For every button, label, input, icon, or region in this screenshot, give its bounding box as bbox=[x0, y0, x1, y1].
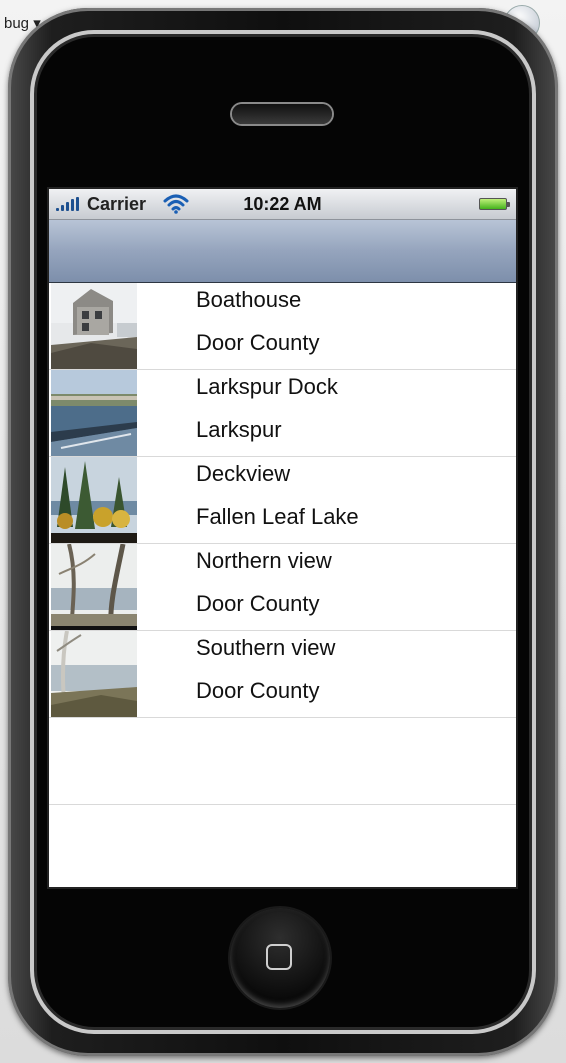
phone-screen: Carrier 10:22 AM Boathouse Door County L… bbox=[49, 189, 516, 887]
item-subtitle: Door County bbox=[196, 678, 320, 703]
list-item[interactable]: Larkspur Dock Larkspur bbox=[49, 370, 516, 457]
item-subtitle: Door County bbox=[196, 330, 320, 355]
navigation-bar bbox=[49, 220, 516, 283]
item-title: Larkspur Dock bbox=[196, 374, 338, 399]
item-subtitle: Door County bbox=[196, 591, 320, 616]
item-title: Boathouse bbox=[196, 287, 302, 312]
home-square-icon bbox=[266, 944, 292, 970]
home-button[interactable] bbox=[230, 908, 330, 1008]
item-title: Southern view bbox=[196, 635, 336, 660]
item-title: Deckview bbox=[196, 461, 291, 486]
list-item[interactable]: Deckview Fallen Leaf Lake bbox=[49, 457, 516, 544]
dock-photo bbox=[51, 370, 137, 456]
list-item[interactable]: Southern view Door County bbox=[49, 631, 516, 718]
item-title: Northern view bbox=[196, 548, 332, 573]
webcam-list: Boathouse Door County Larkspur Dock Lark… bbox=[49, 283, 516, 805]
item-subtitle: Larkspur bbox=[196, 417, 282, 442]
boathouse-photo bbox=[51, 283, 137, 369]
northern-photo bbox=[51, 544, 137, 630]
battery-icon bbox=[479, 198, 510, 210]
status-bar: Carrier 10:22 AM bbox=[49, 189, 516, 220]
earpiece-speaker bbox=[232, 104, 332, 124]
item-subtitle: Fallen Leaf Lake bbox=[196, 504, 359, 529]
empty-row bbox=[49, 718, 516, 805]
list-item[interactable]: Northern view Door County bbox=[49, 544, 516, 631]
deck-photo bbox=[51, 457, 137, 543]
southern-photo bbox=[51, 631, 137, 717]
list-item[interactable]: Boathouse Door County bbox=[49, 283, 516, 370]
status-time: 10:22 AM bbox=[243, 194, 322, 214]
